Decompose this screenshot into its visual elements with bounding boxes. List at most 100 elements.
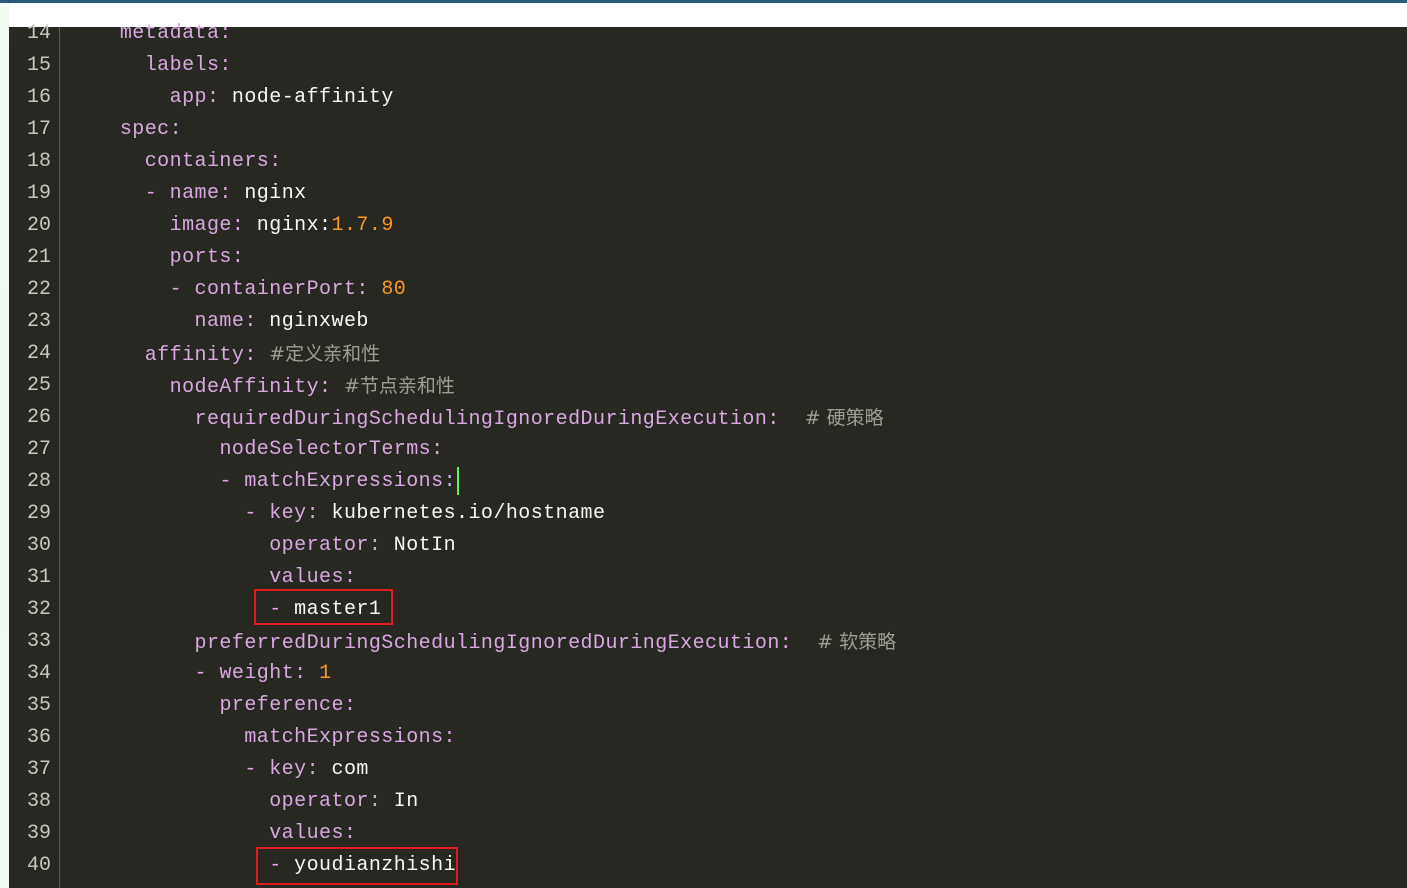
yaml-key: values: bbox=[269, 566, 357, 589]
yaml-key: containers: bbox=[144, 150, 282, 173]
line-number: 21 bbox=[26, 246, 51, 269]
yaml-key: requiredDuringSchedulingIgnoredDuringExe… bbox=[194, 408, 780, 431]
code-line[interactable]: - matchExpressions: bbox=[70, 466, 460, 498]
code-line[interactable]: containers: bbox=[70, 146, 282, 178]
yaml-key: key: bbox=[269, 502, 320, 525]
yaml-value bbox=[369, 278, 381, 301]
code-line[interactable]: metadata: bbox=[70, 18, 232, 50]
yaml-value: com bbox=[319, 758, 369, 781]
list-dash: - bbox=[219, 470, 245, 493]
yaml-key: operator: bbox=[269, 534, 382, 557]
list-dash: - bbox=[144, 182, 170, 205]
line-number: 40 bbox=[26, 854, 51, 877]
code-line[interactable]: - containerPort: 80 bbox=[70, 274, 406, 306]
yaml-key: operator: bbox=[269, 790, 382, 813]
line-number: 29 bbox=[26, 502, 51, 525]
line-number: 38 bbox=[26, 790, 51, 813]
line-number: 25 bbox=[26, 374, 51, 397]
code-line[interactable]: - key: kubernetes.io/hostname bbox=[70, 498, 605, 530]
yaml-value: node-affinity bbox=[219, 86, 394, 109]
yaml-key: spec: bbox=[119, 118, 183, 141]
line-number: 32 bbox=[26, 598, 51, 621]
code-line[interactable]: preference: bbox=[70, 690, 356, 722]
line-number: 28 bbox=[26, 470, 51, 493]
code-area[interactable]: metadata: labels: app: node-affinity spe… bbox=[70, 22, 1400, 888]
line-number: 39 bbox=[26, 822, 51, 845]
line-number: 33 bbox=[26, 630, 51, 653]
code-line[interactable]: preferredDuringSchedulingIgnoredDuringEx… bbox=[70, 626, 897, 658]
code-line[interactable]: - weight: 1 bbox=[70, 658, 332, 690]
yaml-key: nodeSelectorTerms: bbox=[219, 438, 444, 461]
code-line[interactable]: affinity: #定义亲和性 bbox=[70, 338, 380, 370]
list-dash: - bbox=[194, 662, 220, 685]
code-line[interactable]: labels: bbox=[70, 50, 232, 82]
text-cursor bbox=[457, 466, 460, 495]
yaml-comment: # 硬策略 bbox=[804, 407, 884, 429]
line-number: 36 bbox=[26, 726, 51, 749]
yaml-value bbox=[332, 376, 344, 399]
yaml-number: 1.7.9 bbox=[331, 214, 394, 237]
yaml-key: matchExpressions: bbox=[244, 726, 457, 749]
code-line[interactable]: name: nginxweb bbox=[70, 306, 369, 338]
code-line[interactable]: values: bbox=[70, 818, 356, 850]
line-number: 18 bbox=[26, 150, 51, 173]
line-number: 15 bbox=[26, 54, 51, 77]
code-line[interactable]: matchExpressions: bbox=[70, 722, 456, 754]
yaml-key: app: bbox=[169, 86, 220, 109]
left-page-margin bbox=[0, 3, 9, 888]
line-number: 23 bbox=[26, 310, 51, 333]
yaml-value: kubernetes.io/hostname bbox=[319, 502, 606, 525]
code-line[interactable]: - name: nginx bbox=[70, 178, 307, 210]
code-line[interactable]: operator: NotIn bbox=[70, 530, 456, 562]
list-dash: - bbox=[244, 502, 270, 525]
yaml-key: preference: bbox=[219, 694, 357, 717]
line-number: 27 bbox=[26, 438, 51, 461]
yaml-key: metadata: bbox=[119, 22, 232, 45]
line-number: 31 bbox=[26, 566, 51, 589]
list-dash: - bbox=[244, 758, 270, 781]
code-line[interactable]: app: node-affinity bbox=[70, 82, 394, 114]
code-editor[interactable]: 14 15 16 17 18 19 20 21 22 23 24 25 26 27 28 29 30 31 32 33… bbox=[9, 22, 1407, 888]
code-line[interactable]: spec: bbox=[70, 114, 182, 146]
code-line[interactable]: ports: bbox=[70, 242, 244, 274]
yaml-key: affinity: bbox=[144, 344, 257, 367]
code-line[interactable]: - key: com bbox=[70, 754, 369, 786]
yaml-key: labels: bbox=[144, 54, 232, 77]
code-line[interactable]: operator: In bbox=[70, 786, 419, 818]
yaml-value bbox=[780, 408, 805, 431]
yaml-key: values: bbox=[269, 822, 357, 845]
line-number: 30 bbox=[26, 534, 51, 557]
yaml-key: ports: bbox=[169, 246, 245, 269]
highlight-box-master1 bbox=[254, 589, 393, 625]
code-line[interactable]: image: nginx:1.7.9 bbox=[70, 210, 394, 242]
line-number: 16 bbox=[26, 86, 51, 109]
code-line[interactable]: nodeSelectorTerms: bbox=[70, 434, 444, 466]
yaml-comment: #节点亲和性 bbox=[343, 375, 455, 397]
code-line[interactable]: requiredDuringSchedulingIgnoredDuringExe… bbox=[70, 402, 884, 434]
line-number: 14 bbox=[26, 22, 51, 45]
yaml-key: name: bbox=[194, 310, 257, 333]
yaml-key: matchExpressions: bbox=[244, 470, 457, 493]
yaml-number: 1 bbox=[319, 662, 332, 685]
code-line[interactable]: nodeAffinity: #节点亲和性 bbox=[70, 370, 455, 402]
yaml-value: nginx: bbox=[244, 214, 332, 237]
line-number: 35 bbox=[26, 694, 51, 717]
yaml-value: nginx bbox=[231, 182, 307, 205]
yaml-key: image: bbox=[169, 214, 245, 237]
